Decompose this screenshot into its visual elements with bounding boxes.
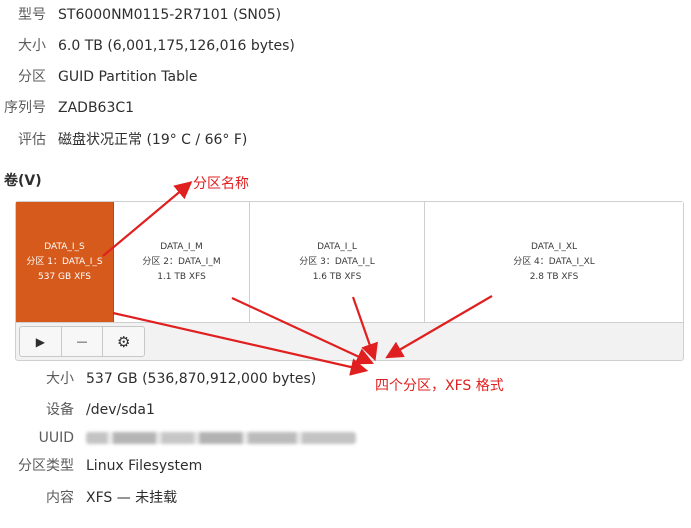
- annotation-four-partitions: 四个分区，XFS 格式: [375, 378, 504, 394]
- arrow-from-partition-3: [351, 296, 378, 362]
- arrow-from-partition-4: [385, 295, 493, 359]
- annotation-arrows: [102, 181, 493, 376]
- arrow-from-partition-2: [231, 297, 374, 365]
- arrow-to-partition-name: [102, 181, 193, 257]
- annotation-partition-name: 分区名称: [193, 176, 249, 192]
